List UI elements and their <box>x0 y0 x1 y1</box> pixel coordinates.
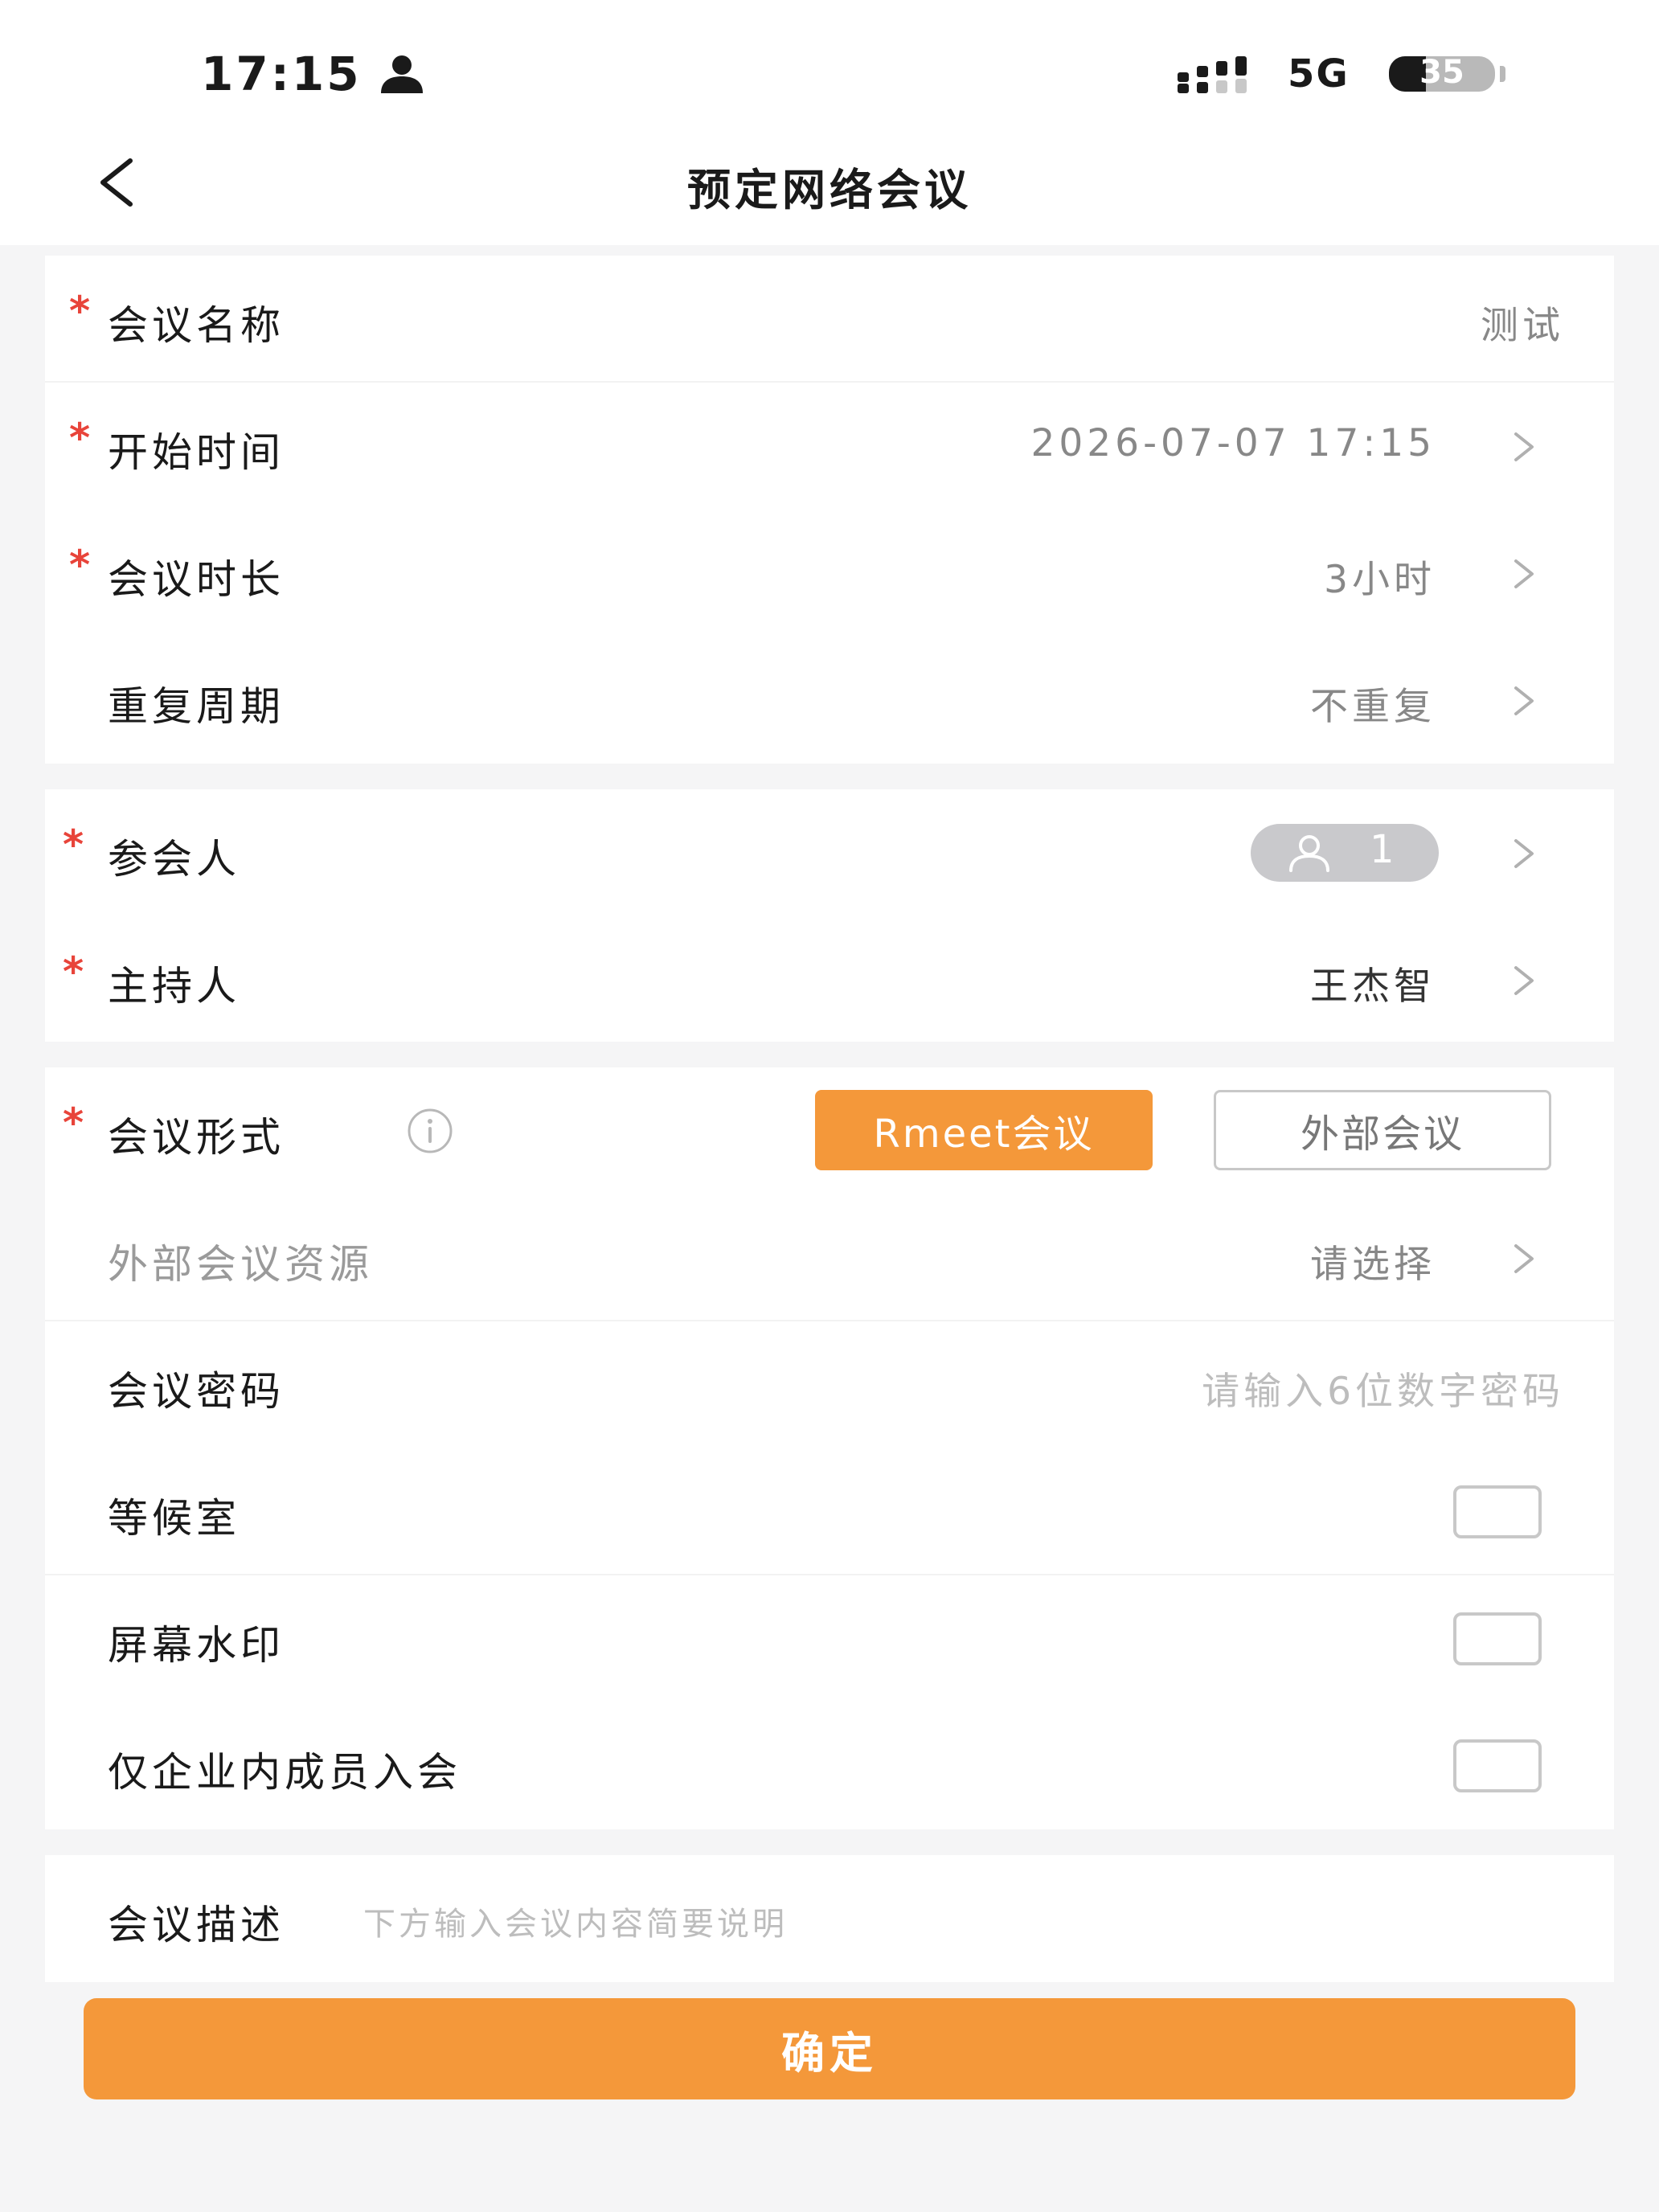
start-time-value: 2026-07-07 17:15 <box>1030 421 1436 465</box>
repeat-row[interactable]: 重复周期 不重复 <box>45 637 1614 764</box>
meeting-name-row[interactable]: * 会议名称 测试 <box>45 256 1614 383</box>
participants-label: 参会人 <box>108 836 240 883</box>
chevron-right-icon <box>1514 839 1534 868</box>
external-resource-row[interactable]: 外部会议资源 请选择 <box>45 1194 1614 1321</box>
required-mark: * <box>63 1100 84 1146</box>
required-mark: * <box>69 542 91 588</box>
internal-only-toggle[interactable] <box>1453 1739 1542 1792</box>
host-value: 王杰智 <box>1310 965 1436 1009</box>
participant-count: 1 <box>1370 827 1395 872</box>
watermark-row: 屏幕水印 <box>45 1575 1614 1702</box>
chevron-right-icon <box>1514 1244 1534 1273</box>
status-bar: 17:15 5G 35 <box>0 0 1659 137</box>
description-label: 会议描述 <box>108 1902 285 1948</box>
required-mark: * <box>63 948 84 995</box>
meeting-name-label: 会议名称 <box>108 302 285 349</box>
required-mark: * <box>69 415 91 461</box>
info-icon[interactable] <box>405 1106 455 1156</box>
people-card: * 参会人 1 * 主持人 王杰智 <box>45 789 1614 1042</box>
format-row: * 会议形式 Rmeet会议 外部会议 <box>45 1067 1614 1194</box>
internal-only-row: 仅企业内成员入会 <box>45 1702 1614 1829</box>
chevron-right-icon <box>1514 559 1534 588</box>
start-time-label: 开始时间 <box>108 429 285 476</box>
description-card: 会议描述 下方输入会议内容简要说明 <box>45 1855 1614 1982</box>
user-icon <box>1289 835 1329 872</box>
participant-count-badge: 1 <box>1251 824 1439 882</box>
external-resource-label: 外部会议资源 <box>108 1241 373 1288</box>
duration-label: 会议时长 <box>108 556 285 603</box>
waiting-room-toggle[interactable] <box>1453 1485 1542 1538</box>
required-mark: * <box>63 821 84 868</box>
rmeet-format-button[interactable]: Rmeet会议 <box>815 1090 1153 1170</box>
person-icon <box>381 55 423 93</box>
required-mark: * <box>69 288 91 334</box>
confirm-button[interactable]: 确定 <box>84 1998 1575 2099</box>
status-time: 17:15 <box>201 47 362 101</box>
password-row: 会议密码 请输入6位数字密码 <box>45 1321 1614 1448</box>
description-row: 会议描述 下方输入会议内容简要说明 <box>45 1855 1614 1982</box>
external-resource-placeholder: 请选择 <box>1310 1243 1436 1287</box>
chevron-right-icon <box>1514 686 1534 715</box>
password-label: 会议密码 <box>108 1368 285 1415</box>
network-type: 5G <box>1288 51 1350 96</box>
duration-row[interactable]: * 会议时长 3小时 <box>45 510 1614 637</box>
host-row[interactable]: * 主持人 王杰智 <box>45 916 1614 1043</box>
chevron-right-icon <box>1514 966 1534 995</box>
nav-header: 预定网络会议 <box>0 137 1659 245</box>
waiting-room-label: 等候室 <box>108 1495 240 1542</box>
chevron-right-icon <box>1514 432 1534 461</box>
internal-only-label: 仅企业内成员入会 <box>108 1749 461 1796</box>
battery-cap <box>1500 66 1505 82</box>
repeat-label: 重复周期 <box>108 683 285 730</box>
page-title: 预定网络会议 <box>687 165 972 215</box>
start-time-row[interactable]: * 开始时间 2026-07-07 17:15 <box>45 383 1614 510</box>
password-input[interactable]: 请输入6位数字密码 <box>1202 1360 1564 1415</box>
participants-row[interactable]: * 参会人 1 <box>45 789 1614 916</box>
watermark-toggle[interactable] <box>1453 1612 1542 1665</box>
waiting-room-row: 等候室 <box>45 1448 1614 1575</box>
external-format-button[interactable]: 外部会议 <box>1214 1090 1551 1170</box>
battery-icon: 35 <box>1389 56 1495 92</box>
description-input[interactable]: 下方输入会议内容简要说明 <box>363 1898 788 1944</box>
format-label: 会议形式 <box>108 1114 285 1161</box>
signal-icon <box>1178 56 1247 93</box>
duration-value: 3小时 <box>1324 558 1436 602</box>
repeat-value: 不重复 <box>1310 685 1436 729</box>
settings-card: * 会议形式 Rmeet会议 外部会议 外部会议资源 请选择 会议密码 请输入6… <box>45 1067 1614 1829</box>
watermark-label: 屏幕水印 <box>108 1622 285 1669</box>
basic-info-card: * 会议名称 测试 * 开始时间 2026-07-07 17:15 * 会议时长… <box>45 256 1614 764</box>
host-label: 主持人 <box>108 963 240 1010</box>
meeting-name-value[interactable]: 测试 <box>1481 294 1564 350</box>
battery-percent: 35 <box>1419 56 1464 91</box>
